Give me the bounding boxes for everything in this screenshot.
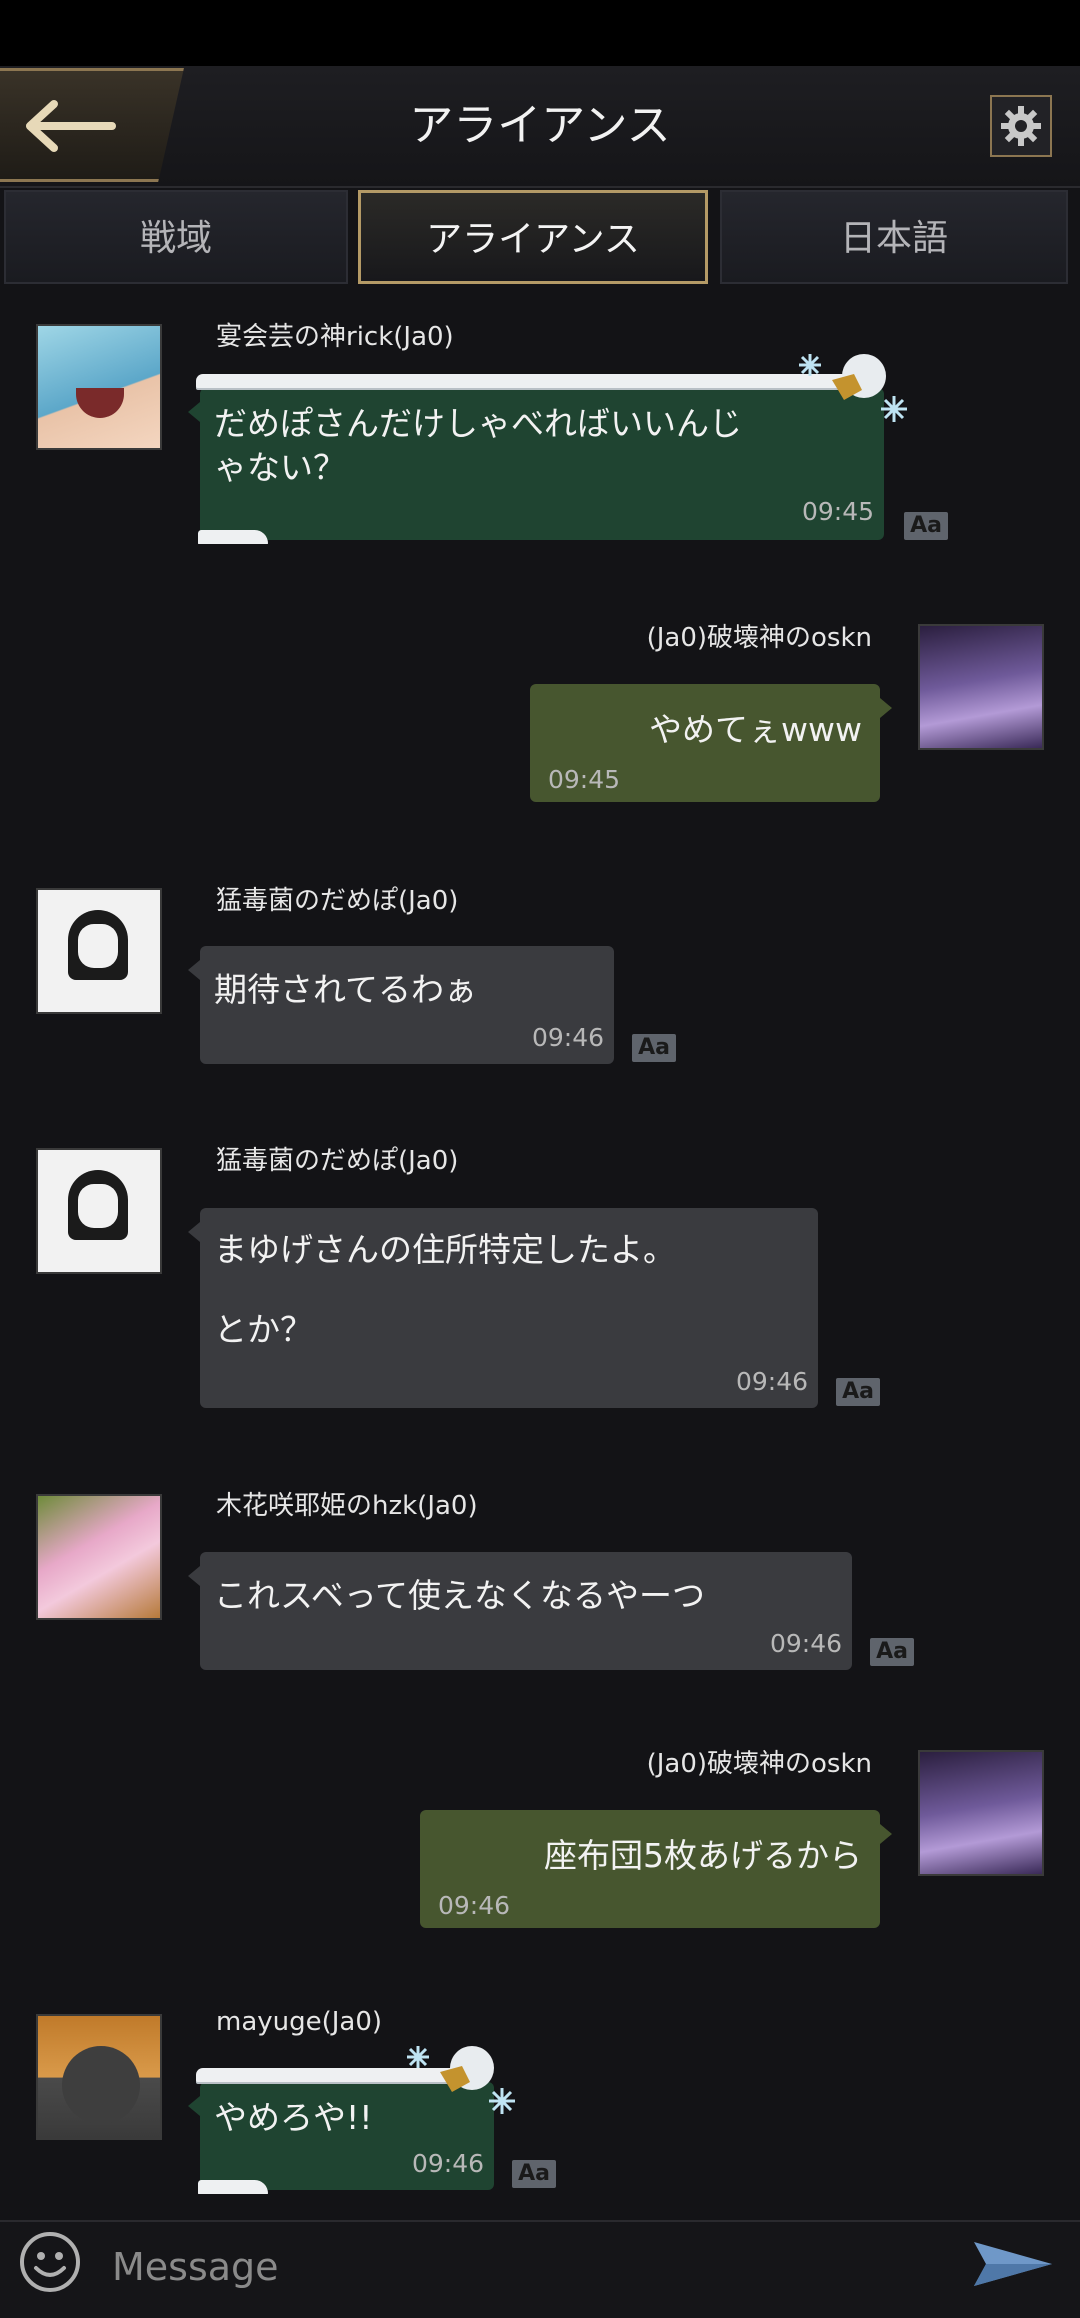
message-text: やめろや!! bbox=[214, 2098, 373, 2137]
sender-name: 猛毒菌のだめぽ(Ja0) bbox=[216, 1146, 459, 1176]
message-text: だめぽさんだけしゃべればいいんじ ゃない？ bbox=[214, 404, 742, 487]
message-text: 期待されてるわぁ bbox=[214, 970, 478, 1009]
translate-button[interactable]: Aa bbox=[904, 512, 948, 540]
tab-japanese[interactable]: 日本語 bbox=[720, 190, 1068, 284]
emoji-button[interactable] bbox=[18, 2230, 82, 2298]
sender-name: (Ja0)破壊神のoskn bbox=[646, 1749, 872, 1779]
message-input[interactable] bbox=[110, 2236, 934, 2298]
message-text: やめてぇwww bbox=[649, 710, 862, 749]
sender-name: (Ja0)破壊神のoskn bbox=[646, 623, 872, 653]
sender-name: 木花咲耶姫のhzk(Ja0) bbox=[216, 1491, 478, 1521]
sender-name: 宴会芸の神rick(Ja0) bbox=[216, 322, 454, 352]
snow-decoration-icon bbox=[407, 2046, 515, 2114]
translate-button[interactable]: Aa bbox=[836, 1378, 880, 1406]
snow-decoration-icon bbox=[799, 354, 907, 422]
translate-button[interactable]: Aa bbox=[870, 1638, 914, 1666]
message-time: 09:45 bbox=[548, 765, 621, 794]
message-time: 09:45 bbox=[801, 497, 874, 526]
avatar[interactable] bbox=[918, 624, 1044, 750]
message-time: 09:46 bbox=[411, 2149, 484, 2178]
avatar[interactable] bbox=[918, 1750, 1044, 1876]
message-text: 座布団5枚あげるから bbox=[544, 1836, 862, 1875]
message-bubble: これスベって使えなくなるやーつ 09:46 bbox=[188, 1552, 852, 1670]
sender-name: mayuge(Ja0) bbox=[216, 2007, 383, 2037]
tab-alliance[interactable]: アライアンス bbox=[358, 190, 708, 284]
message-bubble: 期待されてるわぁ 09:46 bbox=[188, 946, 614, 1064]
page-title: アライアンス bbox=[409, 100, 671, 151]
gear-icon bbox=[1001, 106, 1041, 146]
translate-button[interactable]: Aa bbox=[512, 2160, 556, 2188]
message-text: これスベって使えなくなるやーつ bbox=[214, 1576, 706, 1615]
settings-button[interactable] bbox=[990, 95, 1052, 157]
status-bar bbox=[0, 0, 1080, 66]
avatar[interactable] bbox=[36, 1494, 162, 1620]
smiley-icon bbox=[20, 2232, 80, 2292]
message-bubble: だめぽさんだけしゃべればいいんじ ゃない？ 09:45 bbox=[188, 374, 884, 544]
send-arrow-icon bbox=[974, 2242, 1052, 2286]
avatar[interactable] bbox=[36, 324, 162, 450]
message-time: 09:46 bbox=[735, 1367, 808, 1396]
avatar[interactable] bbox=[36, 888, 162, 1014]
message-bubble: やめてぇwww 09:45 bbox=[530, 684, 892, 802]
message-bubble: まゆげさんの住所特定したよ。 とか？ 09:46 bbox=[188, 1208, 818, 1408]
message-text: まゆげさんの住所特定したよ。 とか？ bbox=[214, 1230, 676, 1349]
avatar[interactable] bbox=[36, 2014, 162, 2140]
message-time: 09:46 bbox=[438, 1891, 511, 1920]
message-time: 09:46 bbox=[769, 1629, 842, 1658]
sender-name: 猛毒菌のだめぽ(Ja0) bbox=[216, 886, 459, 916]
avatar[interactable] bbox=[36, 1148, 162, 1274]
tab-battle-zone[interactable]: 戦域 bbox=[4, 190, 348, 284]
translate-button[interactable]: Aa bbox=[632, 1034, 676, 1062]
send-button[interactable] bbox=[972, 2238, 1054, 2294]
message-time: 09:46 bbox=[531, 1023, 604, 1052]
message-bubble: 座布団5枚あげるから 09:46 bbox=[420, 1810, 892, 1928]
